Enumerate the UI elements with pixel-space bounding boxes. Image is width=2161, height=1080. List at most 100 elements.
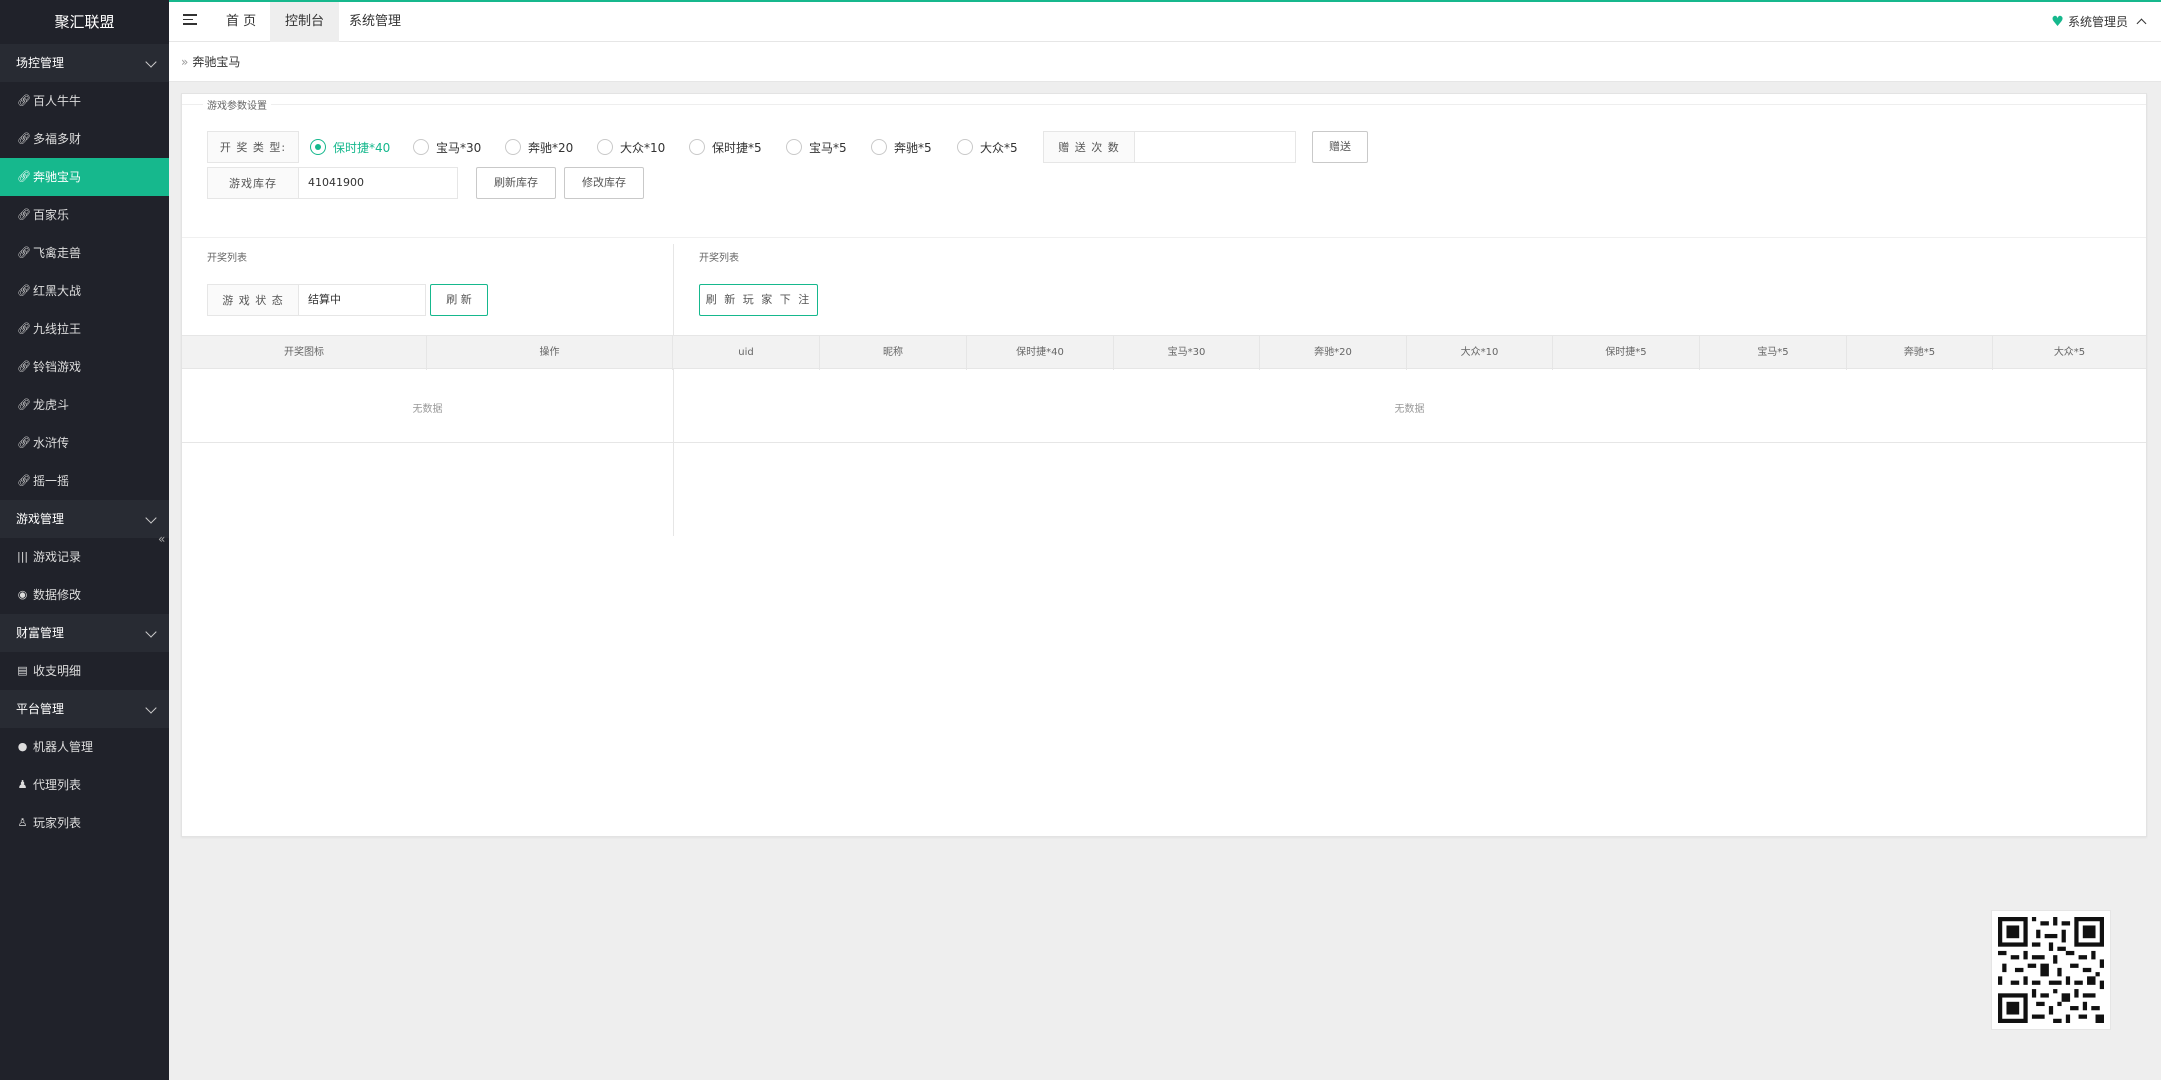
link-icon: 🔗︎ <box>17 208 31 221</box>
sidebar-item-label: 奔驰宝马 <box>33 170 82 184</box>
sidebar-item-label: 龙虎斗 <box>33 398 70 412</box>
nav-group-venue-control[interactable]: 场控管理 <box>0 44 169 82</box>
link-icon: 🔗︎ <box>17 322 31 335</box>
breadcrumb: » 奔驰宝马 <box>169 42 2161 82</box>
sidebar-item-niuniu[interactable]: 🔗︎ 百人牛牛 <box>0 82 169 120</box>
left-list-legend: 开奖列表 <box>203 249 251 264</box>
radio-label: 宝马*5 <box>809 140 847 155</box>
nav-group-wealth-management[interactable]: 财富管理 <box>0 614 169 652</box>
sidebar-item-bell-game[interactable]: 🔗︎ 铃铛游戏 <box>0 348 169 386</box>
sidebar-item-nine-line[interactable]: 🔗︎ 九线拉王 <box>0 310 169 348</box>
barcode-icon: ||| <box>17 550 29 563</box>
chevron-down-icon <box>145 702 157 714</box>
table-header-cell: 奔驰*5 <box>1847 336 1993 370</box>
radio-label: 保时捷*5 <box>712 140 762 155</box>
table-header-row: 开奖图标 操作 uid 昵称 保时捷*40 宝马*30 奔驰*20 大众*10 … <box>182 335 2146 370</box>
refresh-stock-button[interactable]: 刷新库存 <box>476 167 556 199</box>
nav-group-label: 场控管理 <box>16 56 65 70</box>
robot-icon: ● <box>17 740 28 753</box>
refresh-button[interactable]: 刷 新 <box>430 284 488 316</box>
link-icon: 🔗︎ <box>17 284 31 297</box>
modify-stock-button[interactable]: 修改库存 <box>564 167 644 199</box>
sidebar-item-label: 红黑大战 <box>33 284 82 298</box>
right-list-legend: 开奖列表 <box>695 249 743 264</box>
radio-benz-20[interactable]: 奔驰*20 <box>505 137 573 157</box>
radio-bmw-30[interactable]: 宝马*30 <box>413 137 481 157</box>
sidebar-item-robot-management[interactable]: ● 机器人管理 <box>0 728 169 766</box>
table-header-cell: 保时捷*5 <box>1553 336 1700 370</box>
receipt-icon: ▤ <box>17 664 28 677</box>
sidebar-item-label: 铃铛游戏 <box>33 360 82 374</box>
gift-count-label: 赠 送 次 数 <box>1043 131 1135 163</box>
gift-count-input[interactable] <box>1134 131 1296 163</box>
sidebar-collapse-icon[interactable]: « <box>158 532 165 546</box>
sidebar: 聚汇联盟 场控管理 🔗︎ 百人牛牛 🔗︎ 多福多财 🔗︎ 奔驰宝马 🔗︎ 百家乐 🔗︎ 飞… <box>0 0 169 1080</box>
radio-bmw-5[interactable]: 宝马*5 <box>786 137 847 157</box>
sidebar-item-benz-bmw[interactable]: 🔗︎ 奔驰宝马 <box>0 158 169 196</box>
radio-circle <box>871 139 887 155</box>
sidebar-item-birds-beasts[interactable]: 🔗︎ 飞禽走兽 <box>0 234 169 272</box>
tab-console[interactable]: 控制台 <box>270 2 340 42</box>
sidebar-item-label: 多福多财 <box>33 132 82 146</box>
sidebar-item-label: 收支明细 <box>33 664 82 678</box>
sidebar-item-data-edit[interactable]: ◉ 数据修改 <box>0 576 169 614</box>
double-chevron-right-icon: » <box>181 55 189 69</box>
sidebar-item-water-margin[interactable]: 🔗︎ 水浒传 <box>0 424 169 462</box>
link-icon: 🔗︎ <box>17 170 31 183</box>
chevron-down-icon <box>145 512 157 524</box>
radio-label: 宝马*30 <box>436 140 482 155</box>
sidebar-item-income-expense[interactable]: ▤ 收支明细 <box>0 652 169 690</box>
panel-divider <box>673 244 674 536</box>
radio-vw-10[interactable]: 大众*10 <box>597 137 665 157</box>
radio-circle <box>957 139 973 155</box>
table-header-cell: 大众*5 <box>2053 347 2086 358</box>
breadcrumb-current: 奔驰宝马 <box>192 55 241 69</box>
qr-code-icon <box>1998 917 2104 1023</box>
broadcast-icon: ◉ <box>17 588 28 601</box>
sidebar-item-label: 机器人管理 <box>33 740 94 754</box>
sidebar-item-agent-list[interactable]: ♟ 代理列表 <box>0 766 169 804</box>
tab-home[interactable]: 首 页 <box>211 2 271 42</box>
sidebar-item-duofu[interactable]: 🔗︎ 多福多财 <box>0 120 169 158</box>
table-header-cell: 宝马*30 <box>1114 336 1260 370</box>
sidebar-item-game-records[interactable]: ||| 游戏记录 <box>0 538 169 576</box>
link-icon: 🔗︎ <box>17 398 31 411</box>
radio-vw-5[interactable]: 大众*5 <box>957 137 1018 157</box>
tab-system-management[interactable]: 系统管理 <box>334 2 416 42</box>
sidebar-item-shake[interactable]: 🔗︎ 摇一摇 <box>0 462 169 500</box>
sidebar-item-player-list[interactable]: ♙ 玩家列表 <box>0 804 169 842</box>
radio-porsche-40[interactable]: 保时捷*40 <box>310 137 390 157</box>
chevron-down-icon <box>145 626 157 638</box>
main-card: 游戏参数设置 开 奖 类 型: 保时捷*40 宝马*30 奔驰*20 大众*10… <box>181 93 2147 837</box>
sidebar-item-label: 摇一摇 <box>33 474 70 488</box>
stock-label: 游戏库存 <box>207 167 299 199</box>
stock-input[interactable]: 41041900 <box>298 167 458 199</box>
table-header-cell: 奔驰*20 <box>1260 336 1407 370</box>
nav-group-platform-management[interactable]: 平台管理 <box>0 690 169 728</box>
link-icon: 🔗︎ <box>17 360 31 373</box>
left-table-empty: 无数据 <box>412 404 443 415</box>
table-header-cell: 宝马*5 <box>1700 336 1847 370</box>
menu-toggle-icon[interactable] <box>183 14 197 28</box>
sidebar-item-red-black[interactable]: 🔗︎ 红黑大战 <box>0 272 169 310</box>
radio-porsche-5[interactable]: 保时捷*5 <box>689 137 762 157</box>
radio-circle <box>786 139 802 155</box>
topbar: 首 页 控制台 系统管理 ♥ 系统管理员 <box>169 0 2161 42</box>
sidebar-item-dragon-tiger[interactable]: 🔗︎ 龙虎斗 <box>0 386 169 424</box>
table-bottom-border <box>182 442 2146 443</box>
game-status-input[interactable]: 结算中 <box>298 284 426 316</box>
sidebar-item-label: 九线拉王 <box>33 322 82 336</box>
sidebar-item-label: 百人牛牛 <box>33 94 82 108</box>
sidebar-item-label: 数据修改 <box>33 588 82 602</box>
link-icon: 🔗︎ <box>17 132 31 145</box>
gift-button[interactable]: 赠送 <box>1312 131 1368 163</box>
sidebar-item-baccarat[interactable]: 🔗︎ 百家乐 <box>0 196 169 234</box>
sidebar-item-label: 百家乐 <box>33 208 70 222</box>
radio-benz-5[interactable]: 奔驰*5 <box>871 137 932 157</box>
nav-group-label: 平台管理 <box>16 702 65 716</box>
refresh-player-bets-button[interactable]: 刷 新 玩 家 下 注 <box>699 284 818 316</box>
user-menu[interactable]: ♥ 系统管理员 <box>2051 2 2149 42</box>
link-icon: 🔗︎ <box>17 94 31 107</box>
nav-group-game-management[interactable]: 游戏管理 <box>0 500 169 538</box>
chevron-up-icon <box>2136 18 2147 29</box>
